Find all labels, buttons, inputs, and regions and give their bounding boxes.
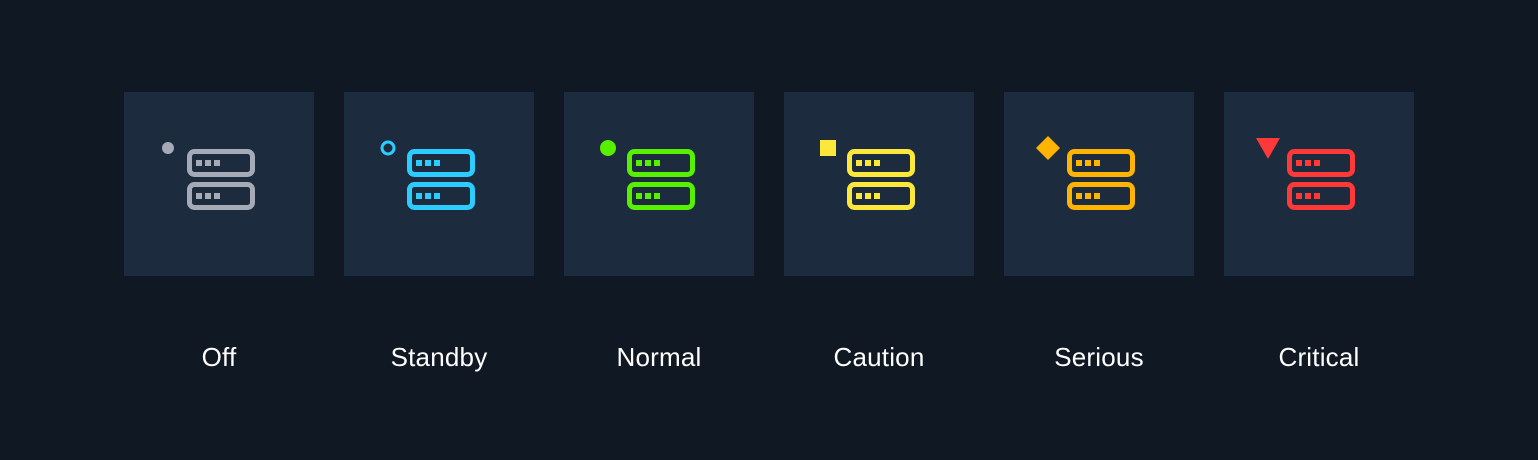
status-item-serious: Serious xyxy=(1004,92,1194,372)
filled-circle-icon xyxy=(600,140,616,156)
status-tile-off[interactable] xyxy=(124,92,314,276)
status-tile-standby[interactable] xyxy=(344,92,534,276)
status-label-standby: Standby xyxy=(390,342,488,372)
status-label-critical: Critical xyxy=(1278,342,1360,372)
status-label-serious: Serious xyxy=(1054,342,1144,372)
status-item-normal: Normal xyxy=(564,92,754,372)
server-icon xyxy=(162,142,255,210)
status-item-caution: Caution xyxy=(784,92,974,372)
square-icon xyxy=(820,140,836,156)
status-item-standby: Standby xyxy=(344,92,534,372)
status-tile-normal[interactable] xyxy=(564,92,754,276)
status-label-off: Off xyxy=(201,342,237,372)
server-icon xyxy=(1036,136,1135,210)
status-tile-caution[interactable] xyxy=(784,92,974,276)
status-label-normal: Normal xyxy=(616,342,702,372)
status-item-critical: Critical xyxy=(1224,92,1414,372)
server-icon xyxy=(820,140,915,210)
diamond-icon xyxy=(1036,136,1060,160)
ring-icon xyxy=(380,140,396,156)
status-item-off: Off xyxy=(124,92,314,372)
small-dot-icon xyxy=(162,142,174,154)
triangle-down-icon xyxy=(1256,138,1280,159)
server-icon xyxy=(1256,138,1355,210)
server-icon xyxy=(380,140,475,210)
server-icon xyxy=(600,140,695,210)
status-label-caution: Caution xyxy=(833,342,925,372)
status-tile-serious[interactable] xyxy=(1004,92,1194,276)
status-tile-critical[interactable] xyxy=(1224,92,1414,276)
status-legend: Off Standby Normal Caution Serious Criti… xyxy=(124,92,1414,372)
